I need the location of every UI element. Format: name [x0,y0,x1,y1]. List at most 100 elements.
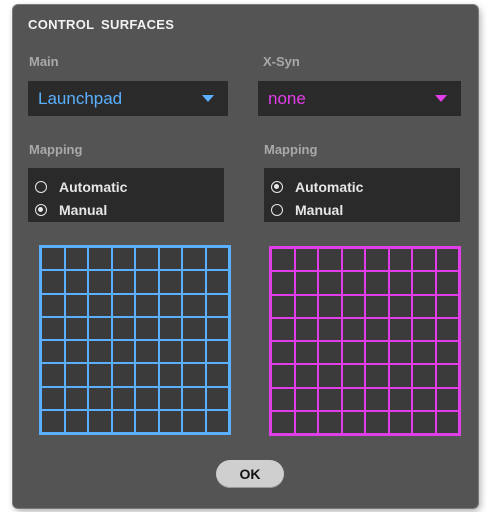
pad-cell[interactable] [318,364,342,388]
pad-cell[interactable] [64,386,88,410]
xsyn-mapping-manual-option[interactable]: Manual [271,198,460,221]
main-mapping-automatic-option[interactable]: Automatic [35,175,224,198]
pad-cell[interactable] [111,316,135,340]
pad-cell[interactable] [182,409,206,433]
pad-cell[interactable] [205,363,229,387]
pad-cell[interactable] [435,294,459,318]
pad-cell[interactable] [388,387,412,411]
radio-icon[interactable] [271,203,283,216]
pad-cell[interactable] [135,386,159,410]
xsyn-mapping-automatic-option[interactable]: Automatic [271,175,460,198]
pad-cell[interactable] [388,271,412,295]
pad-cell[interactable] [64,270,88,294]
pad-cell[interactable] [271,294,295,318]
pad-cell[interactable] [182,247,206,271]
pad-cell[interactable] [182,340,206,364]
pad-cell[interactable] [294,364,318,388]
pad-cell[interactable] [341,341,365,365]
pad-cell[interactable] [88,363,112,387]
pad-cell[interactable] [158,293,182,317]
pad-cell[interactable] [271,364,295,388]
pad-cell[interactable] [158,409,182,433]
pad-cell[interactable] [388,341,412,365]
pad-cell[interactable] [294,294,318,318]
pad-cell[interactable] [64,340,88,364]
pad-cell[interactable] [205,293,229,317]
pad-cell[interactable] [412,410,436,434]
radio-checked-icon[interactable] [271,180,283,193]
pad-cell[interactable] [388,248,412,272]
pad-cell[interactable] [111,409,135,433]
pad-cell[interactable] [365,410,389,434]
pad-cell[interactable] [294,271,318,295]
pad-cell[interactable] [365,294,389,318]
pad-cell[interactable] [111,270,135,294]
pad-cell[interactable] [41,316,65,340]
radio-checked-icon[interactable] [35,203,47,216]
pad-cell[interactable] [88,409,112,433]
pad-cell[interactable] [294,248,318,272]
main-surface-select[interactable]: Launchpad [28,81,228,116]
pad-cell[interactable] [135,247,159,271]
pad-cell[interactable] [41,340,65,364]
pad-cell[interactable] [205,316,229,340]
radio-icon[interactable] [35,180,47,193]
pad-cell[interactable] [341,410,365,434]
pad-cell[interactable] [341,364,365,388]
pad-cell[interactable] [365,317,389,341]
pad-cell[interactable] [135,316,159,340]
pad-cell[interactable] [135,293,159,317]
pad-cell[interactable] [135,340,159,364]
pad-cell[interactable] [41,270,65,294]
pad-cell[interactable] [88,247,112,271]
pad-cell[interactable] [388,294,412,318]
pad-cell[interactable] [41,247,65,271]
pad-cell[interactable] [341,294,365,318]
pad-cell[interactable] [365,341,389,365]
pad-cell[interactable] [318,248,342,272]
pad-cell[interactable] [88,340,112,364]
pad-cell[interactable] [41,409,65,433]
pad-cell[interactable] [158,340,182,364]
pad-cell[interactable] [318,271,342,295]
pad-cell[interactable] [88,386,112,410]
pad-cell[interactable] [88,316,112,340]
pad-cell[interactable] [271,271,295,295]
pad-cell[interactable] [135,409,159,433]
pad-cell[interactable] [271,410,295,434]
pad-cell[interactable] [135,363,159,387]
pad-cell[interactable] [341,248,365,272]
pad-cell[interactable] [435,317,459,341]
pad-cell[interactable] [412,317,436,341]
pad-cell[interactable] [294,387,318,411]
pad-cell[interactable] [365,271,389,295]
pad-cell[interactable] [412,387,436,411]
main-mapping-manual-option[interactable]: Manual [35,198,224,221]
pad-cell[interactable] [64,409,88,433]
pad-cell[interactable] [435,248,459,272]
pad-cell[interactable] [412,294,436,318]
pad-cell[interactable] [412,364,436,388]
pad-cell[interactable] [111,386,135,410]
pad-cell[interactable] [41,386,65,410]
pad-cell[interactable] [412,271,436,295]
pad-cell[interactable] [365,387,389,411]
ok-button[interactable]: OK [216,460,284,488]
pad-cell[interactable] [318,294,342,318]
pad-cell[interactable] [182,293,206,317]
pad-cell[interactable] [271,341,295,365]
pad-cell[interactable] [341,387,365,411]
pad-cell[interactable] [111,293,135,317]
pad-cell[interactable] [88,270,112,294]
pad-cell[interactable] [205,247,229,271]
pad-cell[interactable] [111,247,135,271]
pad-cell[interactable] [182,363,206,387]
pad-cell[interactable] [294,341,318,365]
pad-cell[interactable] [135,270,159,294]
pad-cell[interactable] [158,247,182,271]
pad-cell[interactable] [64,293,88,317]
pad-cell[interactable] [271,248,295,272]
pad-cell[interactable] [318,341,342,365]
pad-cell[interactable] [205,409,229,433]
xsyn-surface-select[interactable]: none [258,81,461,116]
